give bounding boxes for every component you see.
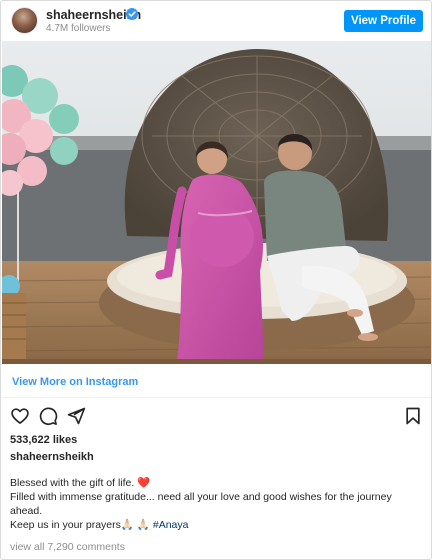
post-photo[interactable] — [2, 41, 431, 364]
avatar[interactable] — [11, 7, 38, 34]
caption: Blessed with the gift of life. ❤️ Filled… — [10, 476, 425, 532]
caption-line: Blessed with the gift of life. ❤️ — [10, 477, 151, 489]
follower-count: 4.7M followers — [46, 23, 111, 34]
caption-username[interactable]: shaheernsheikh — [10, 451, 94, 463]
view-all-comments-link[interactable]: view all 7,290 comments — [10, 541, 125, 553]
like-count[interactable]: 533,622 likes — [10, 434, 77, 446]
view-more-link[interactable]: View More on Instagram — [12, 376, 138, 388]
caption-text: Keep us in your prayers🙏🏻 🙏🏻 — [10, 519, 153, 531]
share-icon[interactable] — [66, 406, 86, 426]
verified-badge-icon — [126, 8, 138, 20]
divider — [2, 397, 431, 398]
heart-icon[interactable] — [10, 406, 30, 426]
instagram-embed-card: shaheernsheikh 4.7M followers View Profi… — [0, 0, 432, 560]
caption-line: Keep us in your prayers🙏🏻 🙏🏻 #Anaya — [10, 518, 425, 532]
bookmark-icon[interactable] — [403, 406, 423, 426]
hashtag-link[interactable]: #Anaya — [153, 519, 189, 531]
caption-line: Filled with immense gratitude... need al… — [10, 491, 392, 517]
comment-icon[interactable] — [38, 406, 58, 426]
post-header: shaheernsheikh 4.7M followers View Profi… — [1, 1, 431, 41]
view-profile-button[interactable]: View Profile — [344, 10, 423, 32]
photo-illustration — [2, 41, 431, 364]
